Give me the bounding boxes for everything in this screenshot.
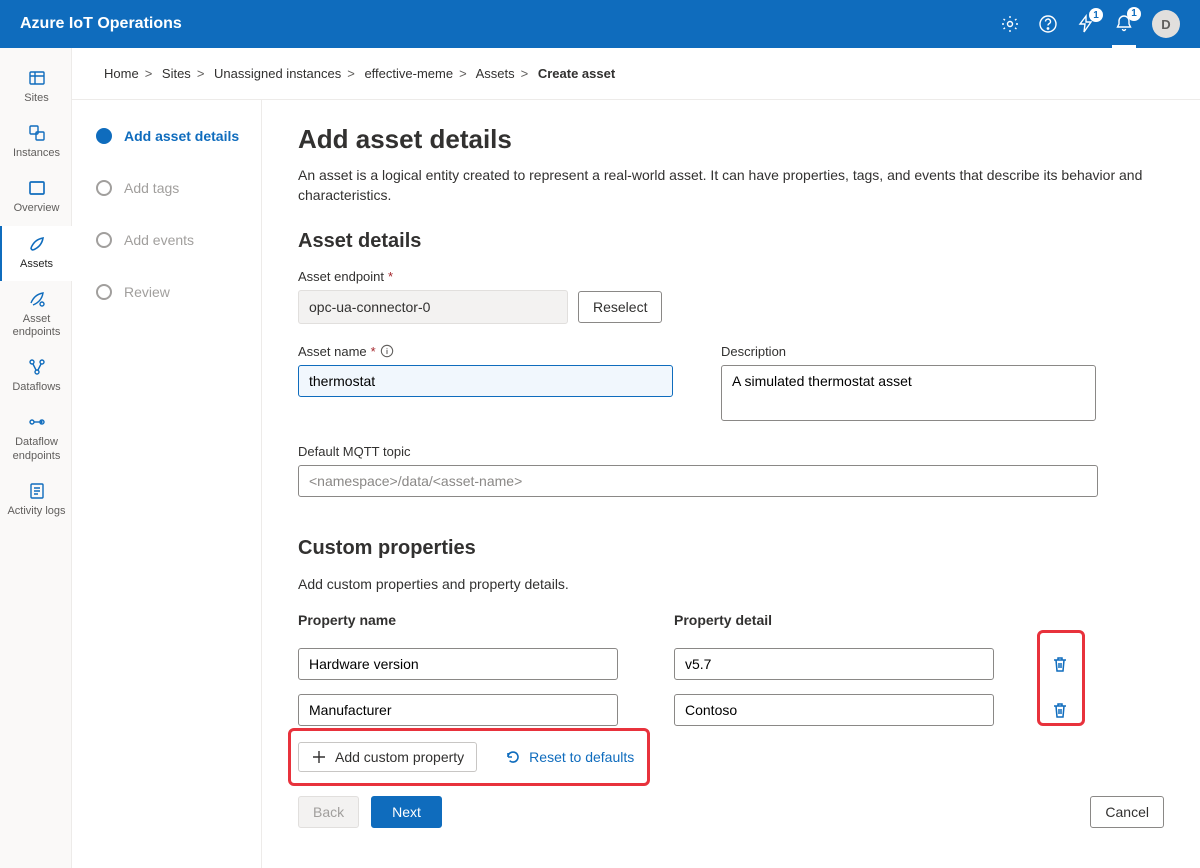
nav-overview-label: Overview: [14, 202, 60, 215]
breadcrumb-instance[interactable]: effective-meme: [364, 66, 453, 81]
breadcrumb-home[interactable]: Home: [104, 66, 139, 81]
nav-instances[interactable]: Instances: [0, 115, 72, 170]
label-mqtt: Default MQTT topic: [298, 444, 1098, 459]
label-name: Asset name *: [298, 344, 673, 359]
nav-asset-endpoints[interactable]: Asset endpoints: [0, 281, 72, 349]
wizard-steps: Add asset details Add tags Add events Re…: [72, 100, 262, 868]
field-endpoint: Asset endpoint * opc-ua-connector-0 Rese…: [298, 269, 1164, 324]
asset-name-input[interactable]: [298, 365, 673, 397]
field-description: Description: [721, 344, 1096, 424]
next-button[interactable]: Next: [371, 796, 442, 828]
step-tags-label: Add tags: [124, 180, 179, 196]
prop-name-input-0[interactable]: [298, 648, 618, 680]
step-circle-icon: [96, 128, 112, 144]
shell: Sites Instances Overview Assets Asset en…: [0, 48, 1200, 868]
step-events-label: Add events: [124, 232, 194, 248]
notifications-badge: 1: [1127, 7, 1141, 21]
cancel-button[interactable]: Cancel: [1090, 796, 1164, 828]
app-title: Azure IoT Operations: [20, 15, 182, 33]
section-details-heading: Asset details: [298, 230, 1164, 253]
back-button: Back: [298, 796, 359, 828]
plus-icon: [311, 749, 327, 765]
avatar[interactable]: D: [1152, 10, 1180, 38]
left-nav: Sites Instances Overview Assets Asset en…: [0, 48, 72, 868]
nav-dataflow-endpoints-label: Dataflow endpoints: [6, 436, 68, 462]
custom-intro: Add custom properties and property detai…: [298, 576, 1164, 592]
help-icon[interactable]: [1038, 14, 1058, 34]
add-custom-property-label: Add custom property: [335, 749, 464, 765]
step-details-label: Add asset details: [124, 128, 239, 144]
nav-activity-logs-label: Activity logs: [7, 505, 65, 518]
body: Add asset details Add tags Add events Re…: [72, 100, 1200, 868]
prop-detail-input-0[interactable]: [674, 648, 994, 680]
step-review-label: Review: [124, 284, 170, 300]
nav-instances-label: Instances: [13, 147, 60, 160]
endpoint-value: opc-ua-connector-0: [298, 290, 568, 324]
nav-activity-logs[interactable]: Activity logs: [0, 473, 72, 528]
col-header-detail: Property detail: [674, 612, 994, 628]
step-tags[interactable]: Add tags: [96, 180, 253, 196]
description-input[interactable]: [721, 365, 1096, 421]
reset-defaults-button[interactable]: Reset to defaults: [493, 742, 646, 772]
nav-sites[interactable]: Sites: [0, 60, 72, 115]
content: Home> Sites> Unassigned instances> effec…: [72, 48, 1200, 868]
nav-overview[interactable]: Overview: [0, 170, 72, 225]
page-intro: An asset is a logical entity created to …: [298, 165, 1164, 206]
field-mqtt: Default MQTT topic: [298, 444, 1098, 497]
info-icon[interactable]: [380, 344, 394, 358]
topbar-actions: 1 1 D: [1000, 0, 1180, 48]
mqtt-input[interactable]: [298, 465, 1098, 497]
nav-assets[interactable]: Assets: [0, 226, 72, 281]
label-description: Description: [721, 344, 1096, 359]
delete-icon[interactable]: [1050, 700, 1070, 720]
breadcrumb: Home> Sites> Unassigned instances> effec…: [72, 48, 1200, 100]
page-title: Add asset details: [298, 124, 1164, 155]
add-custom-property-button[interactable]: Add custom property: [298, 742, 477, 772]
step-circle-icon: [96, 232, 112, 248]
reselect-button[interactable]: Reselect: [578, 291, 662, 323]
diagnostics-icon[interactable]: 1: [1076, 14, 1096, 34]
nav-dataflow-endpoints[interactable]: Dataflow endpoints: [0, 404, 72, 472]
step-review[interactable]: Review: [96, 284, 253, 300]
notifications-icon[interactable]: 1: [1114, 13, 1134, 33]
label-endpoint: Asset endpoint *: [298, 269, 1164, 284]
step-details[interactable]: Add asset details: [96, 128, 253, 144]
name-desc-row: Asset name * Description: [298, 344, 1164, 444]
reset-defaults-label: Reset to defaults: [529, 749, 634, 765]
nav-asset-endpoints-label: Asset endpoints: [6, 313, 68, 339]
diagnostics-badge: 1: [1089, 8, 1103, 22]
custom-actions: Add custom property Reset to defaults: [298, 742, 1164, 772]
col-header-name: Property name: [298, 612, 618, 628]
wizard-footer: Back Next Cancel: [298, 780, 1164, 844]
prop-name-input-1[interactable]: [298, 694, 618, 726]
top-bar: Azure IoT Operations 1 1 D: [0, 0, 1200, 48]
nav-assets-label: Assets: [20, 258, 53, 271]
form-area: Add asset details An asset is a logical …: [262, 100, 1200, 868]
nav-sites-label: Sites: [24, 92, 48, 105]
nav-dataflows[interactable]: Dataflows: [0, 349, 72, 404]
delete-icon[interactable]: [1050, 654, 1070, 674]
step-events[interactable]: Add events: [96, 232, 253, 248]
custom-properties-block: Property name Property detail: [298, 612, 1164, 772]
step-circle-icon: [96, 180, 112, 196]
custom-properties-grid: Property name Property detail: [298, 612, 1164, 726]
breadcrumb-unassigned[interactable]: Unassigned instances: [214, 66, 341, 81]
breadcrumb-current: Create asset: [538, 66, 615, 81]
field-name: Asset name *: [298, 344, 673, 424]
notifications-wrap: 1: [1112, 0, 1136, 48]
settings-icon[interactable]: [1000, 14, 1020, 34]
section-custom-heading: Custom properties: [298, 537, 1164, 560]
step-circle-icon: [96, 284, 112, 300]
prop-detail-input-1[interactable]: [674, 694, 994, 726]
breadcrumb-assets[interactable]: Assets: [476, 66, 515, 81]
refresh-icon: [505, 749, 521, 765]
nav-dataflows-label: Dataflows: [12, 381, 60, 394]
breadcrumb-sites[interactable]: Sites: [162, 66, 191, 81]
